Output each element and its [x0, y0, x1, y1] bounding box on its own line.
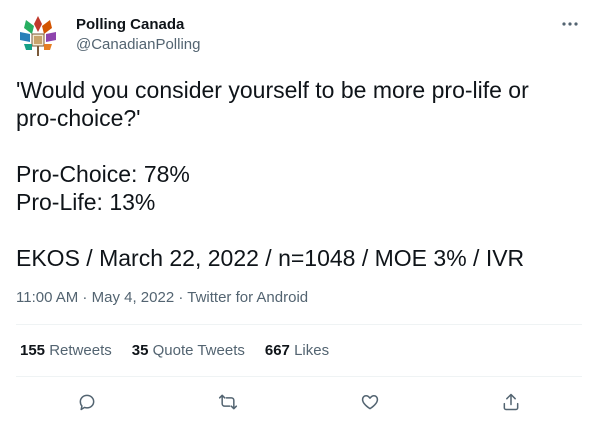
divider: [16, 324, 582, 325]
more-dots-icon: [562, 22, 578, 26]
quote-tweets-stat[interactable]: 35 Quote Tweets: [132, 342, 245, 359]
heart-icon: [361, 395, 379, 410]
meta-separator: ·: [78, 289, 92, 306]
retweets-stat[interactable]: 155 Retweets: [20, 342, 112, 359]
meta-separator: ·: [174, 289, 188, 306]
retweets-count: 155: [20, 342, 46, 359]
tweet-time[interactable]: 11:00 AM: [16, 289, 78, 306]
share-button[interactable]: [495, 386, 527, 418]
quotes-count: 35: [131, 342, 149, 359]
share-icon: [503, 393, 519, 411]
tweet-metadata: 11:00 AM · May 4, 2022 · Twitter for And…: [16, 289, 308, 306]
engagement-stats: 155 Retweets 35 Quote Tweets 667 Likes: [20, 342, 329, 359]
tweet-text: 'Would you consider yourself to be more …: [16, 77, 529, 271]
retweet-icon: [218, 394, 238, 410]
retweets-label: Retweets: [49, 342, 112, 359]
quotes-label: Quote Tweets: [152, 342, 245, 359]
author-handle[interactable]: @CanadianPolling: [76, 36, 200, 53]
tweet-source[interactable]: Twitter for Android: [187, 289, 308, 306]
reply-icon: [79, 394, 95, 411]
avatar[interactable]: [16, 14, 64, 62]
tweet-header: Polling Canada @CanadianPolling: [16, 12, 582, 60]
retweet-button[interactable]: [212, 386, 244, 418]
divider: [16, 376, 582, 377]
more-options-button[interactable]: [558, 12, 582, 36]
likes-label: Likes: [294, 342, 330, 359]
likes-count: 667: [264, 342, 290, 359]
tweet-date[interactable]: May 4, 2022: [92, 289, 175, 306]
author-name[interactable]: Polling Canada: [76, 16, 184, 33]
likes-stat[interactable]: 667 Likes: [265, 342, 329, 359]
maple-leaf-logo-icon: [20, 16, 56, 56]
tweet-actions: [16, 386, 582, 418]
like-button[interactable]: [354, 386, 386, 418]
reply-button[interactable]: [71, 386, 103, 418]
